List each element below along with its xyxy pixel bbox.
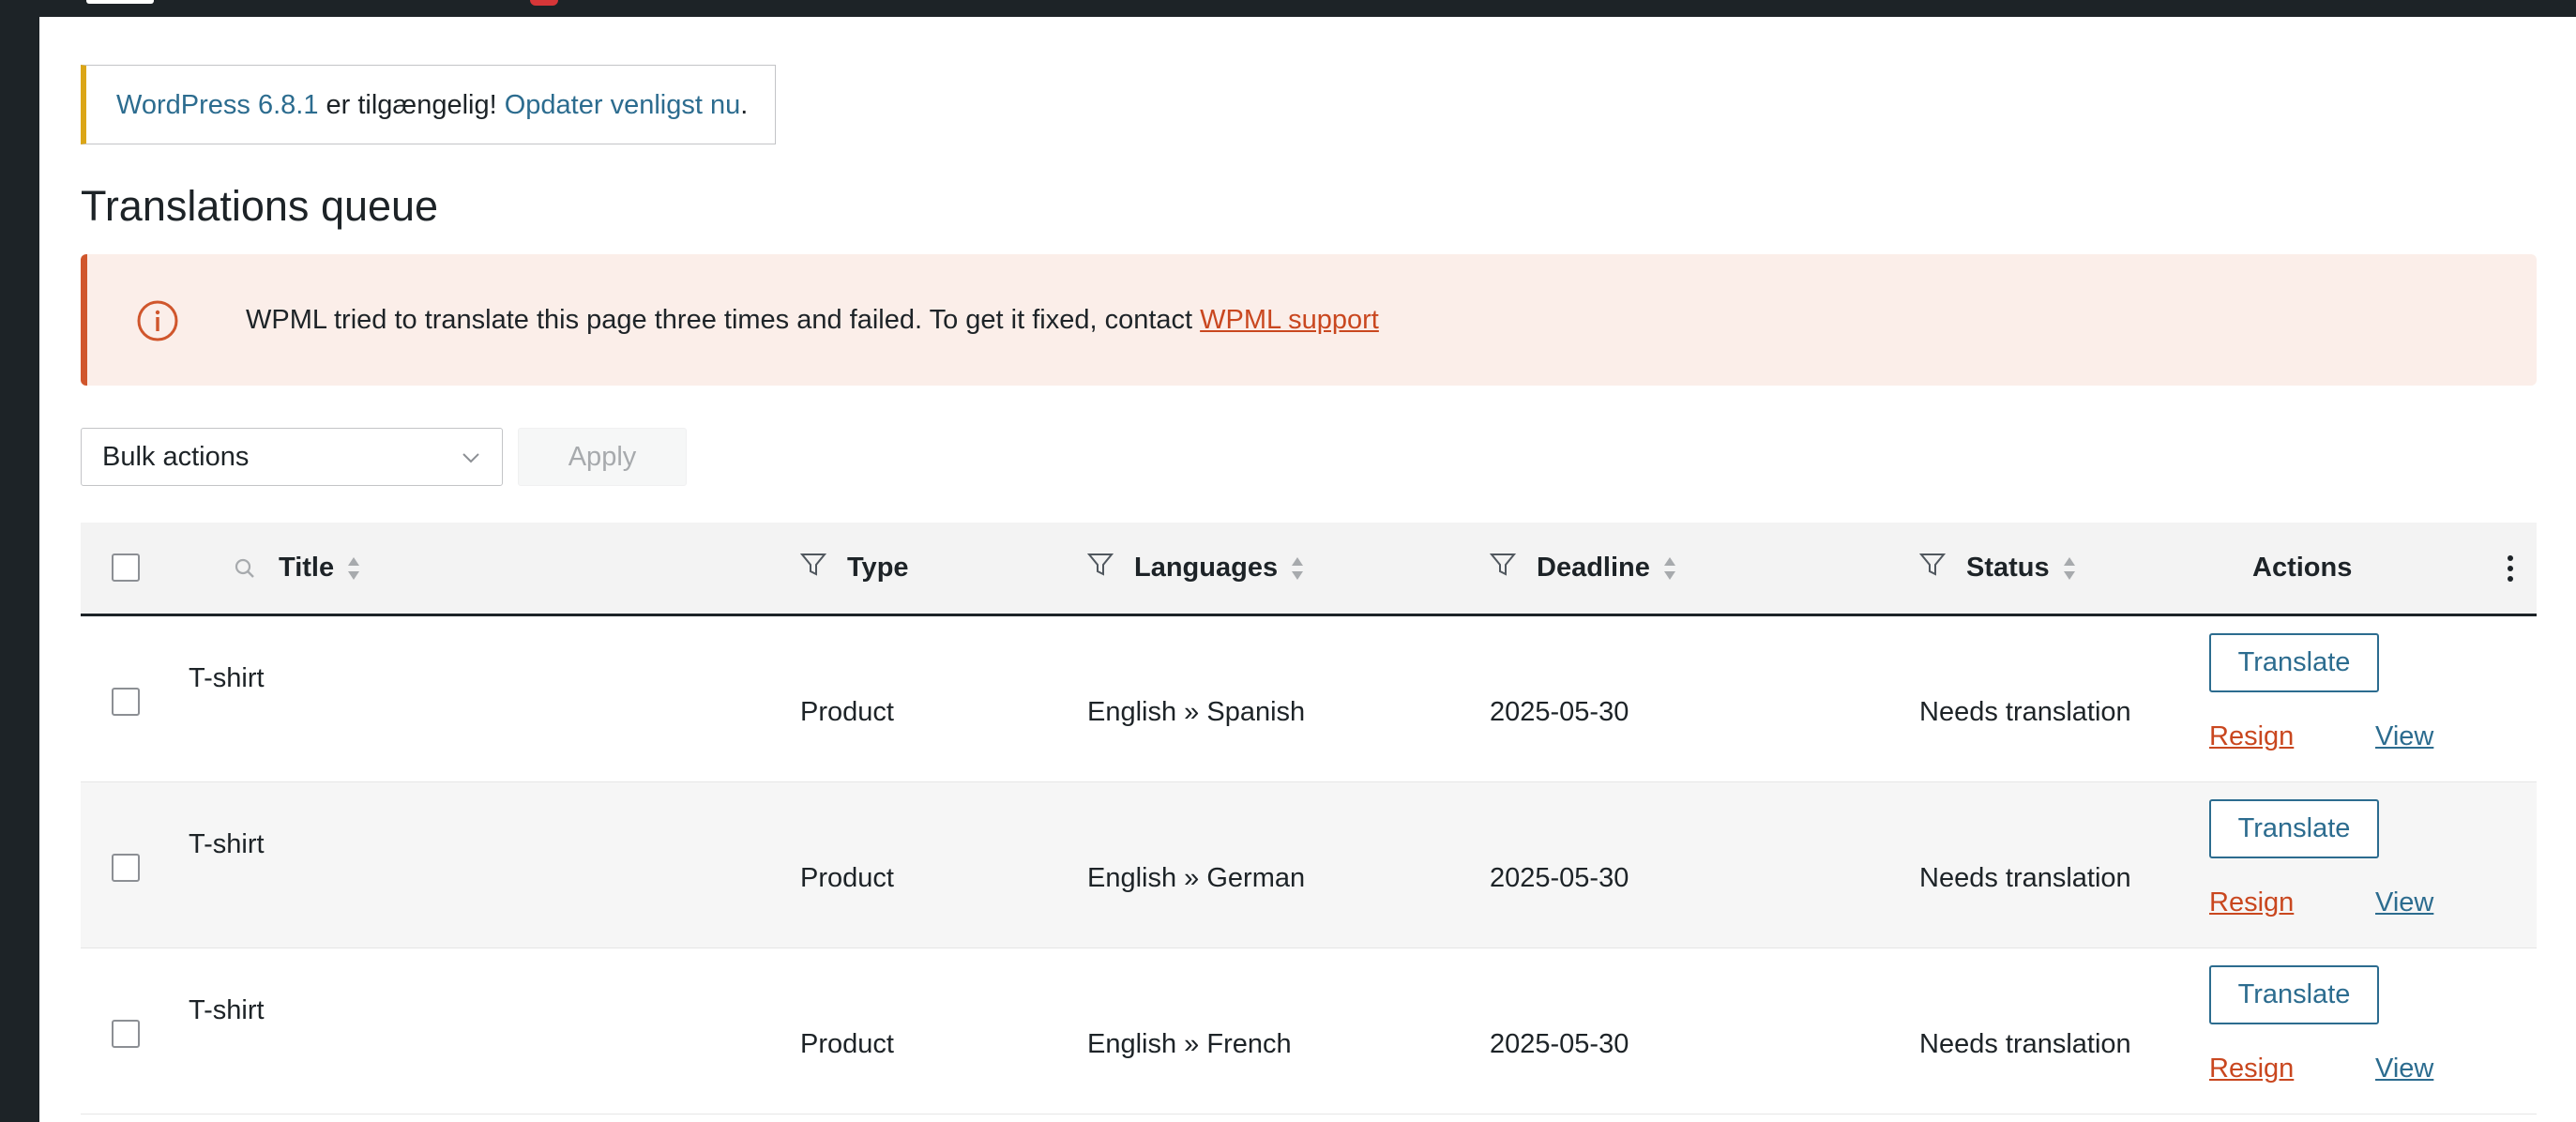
sort-icon[interactable] (1663, 555, 1676, 582)
translate-button[interactable]: Translate (2209, 633, 2379, 692)
bulk-actions-select[interactable]: Bulk actions (81, 428, 503, 486)
row-title: T-shirt (189, 829, 265, 859)
translate-button[interactable]: Translate (2209, 799, 2379, 858)
filter-icon[interactable] (1919, 552, 1946, 578)
update-nag-end: . (740, 90, 749, 120)
row-languages: English » Spanish (1087, 697, 1306, 727)
resign-link[interactable]: Resign (2209, 887, 2294, 918)
info-circle-icon (137, 300, 178, 341)
row-type: Product (800, 863, 894, 893)
more-options-icon[interactable] (2507, 554, 2514, 583)
filter-icon[interactable] (1490, 552, 1516, 578)
table-row: T-shirt Product English » German 2025-05… (81, 782, 2537, 948)
row-checkbox[interactable] (112, 688, 140, 716)
admin-sidebar (0, 17, 39, 1122)
row-status: Needs translation (1919, 863, 2131, 893)
column-actions: Actions (2252, 523, 2352, 614)
resign-link[interactable]: Resign (2209, 721, 2294, 752)
column-type: Type (800, 523, 909, 614)
page-title: Translations queue (81, 182, 439, 230)
column-status-label[interactable]: Status (1966, 523, 2050, 614)
main-content: WordPress 6.8.1 er tilgængelig! Opdater … (39, 17, 2576, 1122)
row-title: T-shirt (189, 663, 265, 693)
column-type-label: Type (847, 553, 909, 583)
column-actions-label: Actions (2252, 553, 2353, 583)
admin-bar (0, 0, 2576, 17)
row-status: Needs translation (1919, 1029, 2131, 1059)
row-type: Product (800, 697, 894, 727)
wpml-support-link[interactable]: WPML support (1200, 305, 1379, 335)
column-deadline-label[interactable]: Deadline (1537, 523, 1650, 614)
resign-link[interactable]: Resign (2209, 1054, 2294, 1084)
error-message: WPML tried to translate this page three … (246, 254, 1379, 386)
chevron-down-icon (462, 453, 479, 463)
table-row: T-shirt Product English » Spanish 2025-0… (81, 616, 2537, 782)
view-link[interactable]: View (2375, 721, 2433, 752)
sort-icon[interactable] (1291, 555, 1304, 582)
view-link[interactable]: View (2375, 1054, 2433, 1084)
table-header: Title Type Languages Deadline Status Act… (81, 523, 2537, 616)
sort-icon[interactable] (2063, 555, 2076, 582)
row-status: Needs translation (1919, 697, 2131, 727)
row-checkbox[interactable] (112, 854, 140, 882)
update-nag: WordPress 6.8.1 er tilgængelig! Opdater … (81, 65, 776, 144)
error-notice: WPML tried to translate this page three … (81, 254, 2537, 386)
row-type: Product (800, 1029, 894, 1059)
bulk-actions-value: Bulk actions (102, 442, 250, 472)
error-message-text: WPML tried to translate this page three … (246, 305, 1201, 335)
column-languages-label[interactable]: Languages (1134, 523, 1278, 614)
column-languages: Languages (1087, 523, 1304, 614)
column-title: Title (234, 523, 360, 614)
filter-icon[interactable] (1087, 552, 1114, 578)
translations-table: Title Type Languages Deadline Status Act… (81, 523, 2537, 1114)
row-languages: English » German (1087, 863, 1306, 893)
row-deadline: 2025-05-30 (1490, 1029, 1629, 1059)
translate-button[interactable]: Translate (2209, 965, 2379, 1024)
column-deadline: Deadline (1490, 523, 1676, 614)
row-title: T-shirt (189, 995, 265, 1025)
column-title-label[interactable]: Title (279, 523, 334, 614)
admin-bar-item[interactable] (86, 0, 154, 4)
row-deadline: 2025-05-30 (1490, 697, 1629, 727)
row-checkbox[interactable] (112, 1020, 140, 1048)
update-now-link[interactable]: Opdater venligst nu (505, 90, 740, 120)
apply-button[interactable]: Apply (518, 428, 687, 486)
update-nag-text: er tilgængelig! (318, 90, 505, 120)
column-status: Status (1919, 523, 2076, 614)
view-link[interactable]: View (2375, 887, 2433, 918)
search-icon[interactable] (234, 557, 256, 580)
wordpress-version-link[interactable]: WordPress 6.8.1 (116, 90, 318, 120)
row-languages: English » French (1087, 1029, 1292, 1059)
select-all-checkbox[interactable] (112, 553, 140, 582)
filter-icon[interactable] (800, 552, 826, 578)
table-row: T-shirt Product English » French 2025-05… (81, 948, 2537, 1114)
sort-icon[interactable] (347, 555, 360, 582)
notification-badge (530, 0, 558, 6)
row-deadline: 2025-05-30 (1490, 863, 1629, 893)
